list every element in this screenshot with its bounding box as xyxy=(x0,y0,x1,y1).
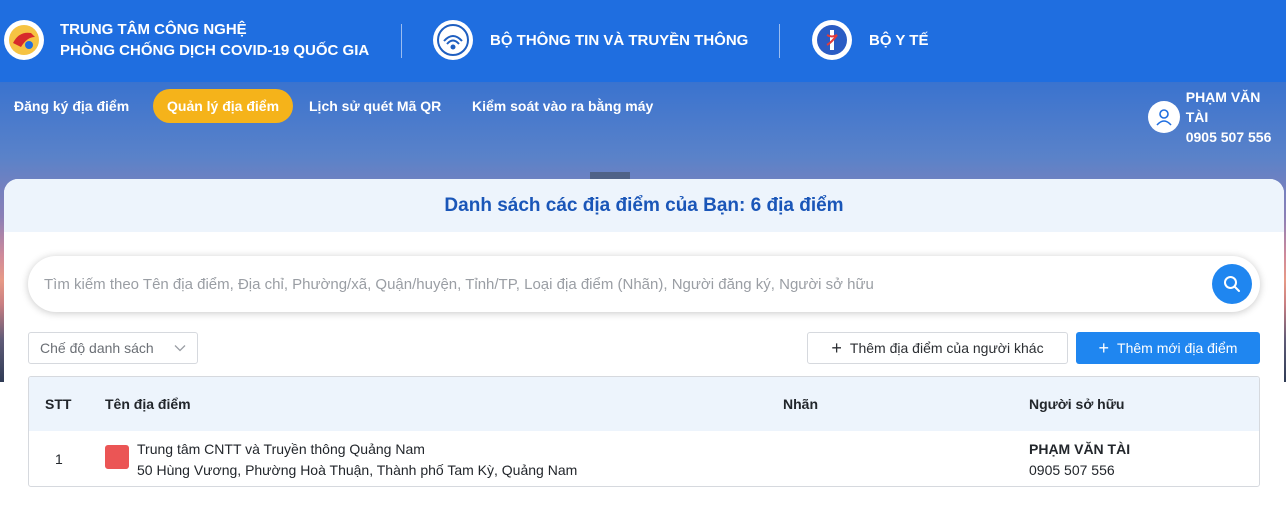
covid-center-brand[interactable]: TRUNG TÂM CÔNG NGHỆ PHÒNG CHỐNG DỊCH COV… xyxy=(4,19,369,61)
header-divider xyxy=(779,24,780,58)
nav-machine-access-control[interactable]: Kiểm soát vào ra bằng máy xyxy=(458,89,667,123)
owner-info: PHẠM VĂN TÀI 0905 507 556 xyxy=(1029,439,1130,481)
column-header-name[interactable]: Tên địa điểm xyxy=(105,396,191,412)
ministry-health-brand[interactable]: BỘ Y TẾ xyxy=(812,20,928,60)
plus-icon: + xyxy=(831,338,842,358)
nav-register-location[interactable]: Đăng ký địa điểm xyxy=(0,89,143,123)
search-icon xyxy=(1224,276,1240,292)
owner-phone: 0905 507 556 xyxy=(1029,462,1115,478)
add-others-location-label: Thêm địa điểm của người khác xyxy=(849,340,1044,356)
search-input[interactable] xyxy=(44,275,1204,293)
user-avatar-icon xyxy=(1148,101,1180,133)
list-mode-value: Chế độ danh sách xyxy=(40,340,154,356)
ministry-ict-brand[interactable]: BỘ THÔNG TIN VÀ TRUYỀN THÔNG xyxy=(433,20,748,60)
table-header: STT Tên địa điểm Nhãn Người sở hữu xyxy=(29,377,1259,431)
header-divider xyxy=(401,24,402,58)
add-new-location-button[interactable]: + Thêm mới địa điểm xyxy=(1076,332,1260,364)
panel-header: Danh sách các địa điểm của Bạn: 6 địa đi… xyxy=(4,179,1284,232)
locations-table: STT Tên địa điểm Nhãn Người sở hữu 1 Tru… xyxy=(28,376,1260,487)
location-address: 50 Hùng Vương, Phường Hoà Thuận, Thành p… xyxy=(137,462,578,478)
owner-name: PHẠM VĂN TÀI xyxy=(1029,441,1131,457)
column-header-owner[interactable]: Người sở hữu xyxy=(1029,396,1124,412)
brand-line-2: PHÒNG CHỐNG DỊCH COVID-19 QUỐC GIA xyxy=(60,42,370,59)
ministry-health-label: BỘ Y TẾ xyxy=(869,31,929,49)
ministry-ict-logo-icon xyxy=(433,20,473,60)
page-title: Danh sách các địa điểm của Bạn: 6 địa đi… xyxy=(444,194,844,216)
user-menu[interactable]: PHẠM VĂN TÀI 0905 507 556 xyxy=(1148,87,1286,147)
column-header-stt[interactable]: STT xyxy=(45,396,71,412)
ministry-health-logo-icon xyxy=(812,20,852,60)
list-mode-select[interactable]: Chế độ danh sách xyxy=(28,332,198,364)
location-color-icon xyxy=(105,445,129,469)
location-info: Trung tâm CNTT và Truyền thông Quảng Nam… xyxy=(137,439,577,481)
search-button[interactable] xyxy=(1212,264,1252,304)
user-name: PHẠM VĂN TÀI xyxy=(1185,89,1261,125)
covid-center-logo-icon xyxy=(4,20,44,60)
location-name[interactable]: Trung tâm CNTT và Truyền thông Quảng Nam xyxy=(137,439,577,460)
nav-qr-scan-history[interactable]: Lịch sử quét Mã QR xyxy=(295,89,455,123)
add-new-location-label: Thêm mới địa điểm xyxy=(1117,340,1238,356)
user-phone: 0905 507 556 xyxy=(1185,129,1272,145)
ministry-ict-label: BỘ THÔNG TIN VÀ TRUYỀN THÔNG xyxy=(490,31,749,49)
chevron-down-icon xyxy=(174,345,186,352)
table-row[interactable]: 1 Trung tâm CNTT và Truyền thông Quảng N… xyxy=(29,431,1259,486)
nav-manage-locations[interactable]: Quản lý địa điểm xyxy=(153,89,294,123)
locations-panel: Danh sách các địa điểm của Bạn: 6 địa đi… xyxy=(4,179,1284,505)
row-stt: 1 xyxy=(55,451,63,467)
add-others-location-button[interactable]: + Thêm địa điểm của người khác xyxy=(807,332,1068,364)
top-header: TRUNG TÂM CÔNG NGHỆ PHÒNG CHỐNG DỊCH COV… xyxy=(0,0,1286,82)
search-bar xyxy=(28,256,1260,312)
plus-icon: + xyxy=(1098,338,1110,358)
brand-line-1: TRUNG TÂM CÔNG NGHỆ xyxy=(60,21,247,38)
column-header-tag[interactable]: Nhãn xyxy=(783,396,818,412)
